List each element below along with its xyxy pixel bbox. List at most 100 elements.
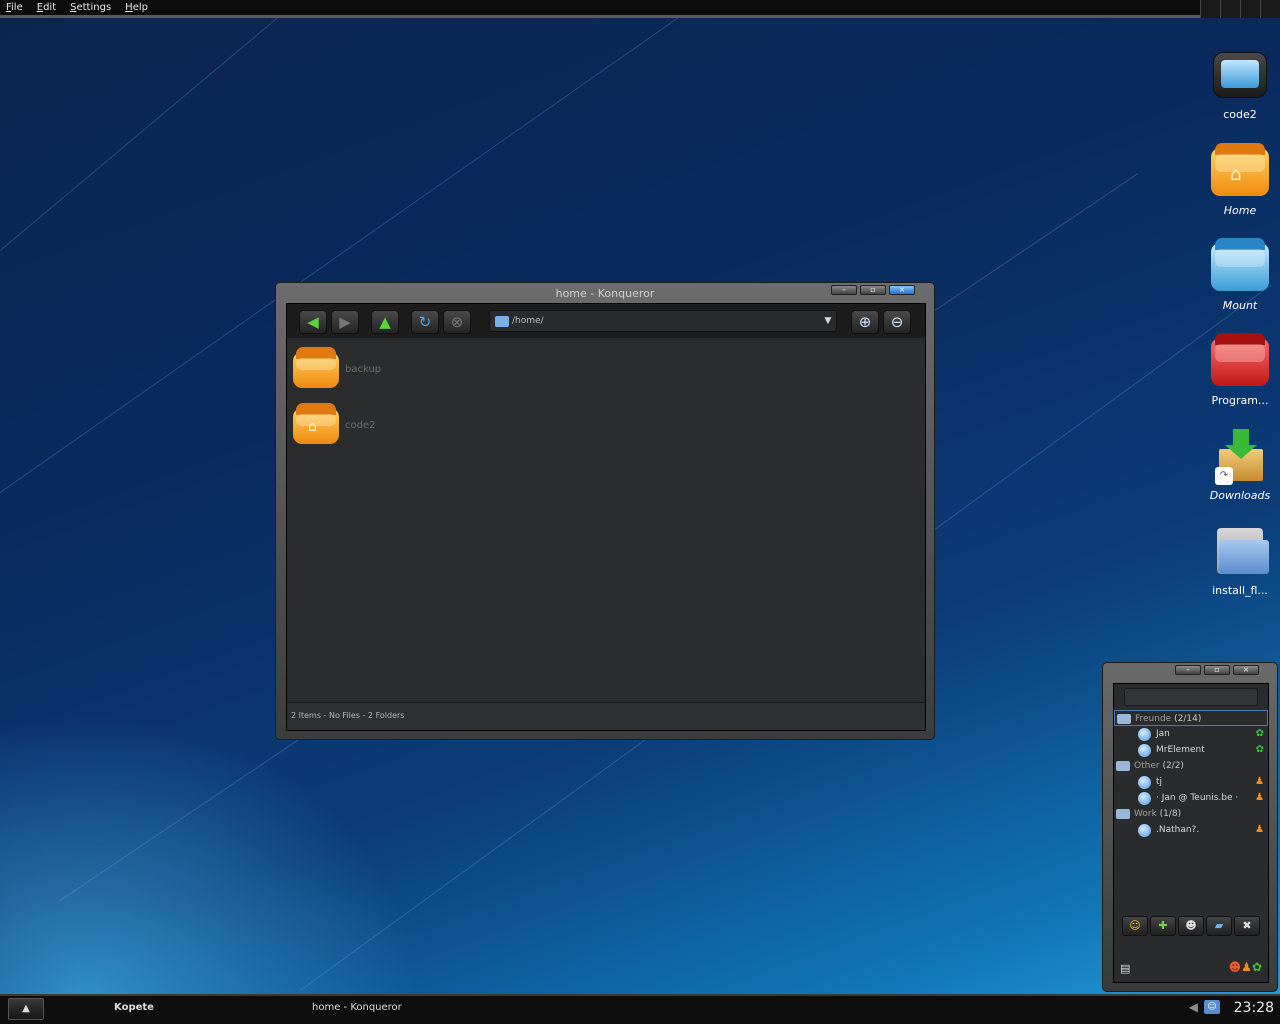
konqueror-content: ◀ ▶ ▲ ↻ ⊗ /home/ ▼ ⊕ ⊖ backup ⌂ code2 2 … — [286, 303, 926, 731]
menu-file[interactable]: File — [6, 2, 23, 13]
menu-settings[interactable]: Settings — [70, 2, 111, 13]
group-work[interactable]: Work (1/8) — [1114, 806, 1268, 822]
contact-list: Freunde (2/14) Jan ✿ MrElement ✿ Other (… — [1114, 710, 1268, 838]
notes-icon[interactable]: ▤ — [1120, 962, 1130, 975]
task-konqueror[interactable]: home - Konqueror — [312, 1002, 402, 1013]
triangle-up-icon: ▲ — [22, 1003, 30, 1014]
red-folder-icon — [1209, 332, 1271, 390]
contact-avatar-icon — [1138, 744, 1151, 757]
contact-item[interactable]: Jan ✿ — [1114, 726, 1268, 742]
contact-item[interactable]: · Jan @ Teunis.be · ♟ — [1114, 790, 1268, 806]
contact-avatar-icon — [1138, 776, 1151, 789]
contact-item[interactable]: tj ♟ — [1114, 774, 1268, 790]
close-button[interactable]: × — [889, 285, 915, 295]
konqueror-window: home - Konqueror – ▫ × ◀ ▶ ▲ ↻ ⊗ /home/ … — [275, 282, 935, 740]
kopete-tray-icon[interactable]: ☺ — [1204, 1000, 1220, 1014]
minimize-button[interactable]: – — [831, 285, 857, 295]
zoom-in-button[interactable]: ⊕ — [851, 310, 879, 334]
close-button[interactable]: × — [1233, 665, 1259, 675]
task-kopete[interactable]: Kopete — [114, 1002, 154, 1013]
desktop-icon-mount[interactable]: Mount — [1200, 237, 1280, 312]
light-streak — [0, 0, 308, 251]
zoom-out-icon: ⊖ — [890, 313, 904, 331]
stop-icon: ⊗ — [450, 313, 464, 331]
clock[interactable]: 23:28 — [1234, 1000, 1274, 1016]
file-item[interactable]: ⌂ code2 — [293, 403, 376, 446]
file-view[interactable]: backup ⌂ code2 — [287, 338, 925, 702]
group-name: Other — [1134, 761, 1160, 771]
account-status-icons[interactable]: ☻♟✿ — [1229, 960, 1262, 974]
home-folder-icon: ⌂ — [1209, 142, 1271, 200]
folder-icon — [1209, 522, 1271, 580]
user-status-icon: ☺ — [1129, 919, 1141, 932]
desktop-icon-downloads[interactable]: ↷ Downloads — [1200, 427, 1280, 502]
menubar-button[interactable] — [1240, 0, 1260, 18]
contact-item[interactable]: .Nathan?. ♟ — [1114, 822, 1268, 838]
global-menubar: File Edit Settings Help — [0, 0, 1280, 18]
minimize-button[interactable]: – — [1175, 665, 1201, 675]
file-name: code2 — [345, 419, 376, 431]
kopete-window: – ▫ × Freunde (2/14) Jan ✿ MrElement ✿ O… — [1102, 662, 1278, 992]
groups-button[interactable]: ▰ — [1206, 916, 1232, 936]
menu-edit[interactable]: Edit — [37, 2, 56, 13]
file-name: backup — [345, 363, 382, 375]
menubar-button[interactable] — [1200, 0, 1220, 18]
desktop-icon-programs[interactable]: Program... — [1200, 332, 1280, 407]
contact-name: .Nathan?. — [1156, 825, 1200, 835]
desktop-glow — [0, 714, 420, 994]
contact-search-input[interactable] — [1124, 688, 1258, 706]
location-text: /home/ — [512, 316, 544, 326]
desktop-icon-home[interactable]: ⌂ Home — [1200, 142, 1280, 217]
group-name: Freunde — [1135, 714, 1172, 724]
menubar-button[interactable] — [1220, 0, 1240, 18]
group-folder-icon — [1116, 809, 1130, 819]
maximize-button[interactable]: ▫ — [1204, 665, 1230, 675]
msn-online-icon: ♟ — [1255, 792, 1264, 803]
desktop-icon-code2[interactable]: code2 — [1200, 46, 1280, 121]
group-name: Work — [1134, 809, 1157, 819]
reload-button[interactable]: ↻ — [411, 310, 439, 334]
location-bar[interactable]: /home/ ▼ — [489, 310, 837, 332]
menu-help[interactable]: Help — [125, 2, 148, 13]
desktop-icon-label: install_fl... — [1212, 584, 1268, 597]
start-menu-button[interactable]: ▲ — [8, 998, 44, 1020]
back-button[interactable]: ◀ — [299, 310, 327, 334]
blue-folder-icon — [1209, 237, 1271, 295]
system-tray: ◀ ☺ — [1189, 1000, 1220, 1014]
status-button[interactable]: ☺ — [1122, 916, 1148, 936]
desktop-icon-label: Home — [1223, 204, 1257, 217]
maximize-button[interactable]: ▫ — [860, 285, 886, 295]
desktop-icon-install[interactable]: install_fl... — [1200, 522, 1280, 597]
folder-icon — [293, 347, 339, 390]
group-other[interactable]: Other (2/2) — [1114, 758, 1268, 774]
window-buttons: – ▫ × — [831, 285, 915, 295]
desktop-icon-label: code2 — [1223, 108, 1257, 121]
add-contact-button[interactable]: ✚ — [1150, 916, 1176, 936]
icq-online-icon: ✿ — [1255, 728, 1264, 739]
contact-name: tj — [1156, 777, 1163, 787]
chevron-down-icon[interactable]: ▼ — [820, 311, 836, 331]
volume-icon[interactable]: ◀ — [1189, 1000, 1198, 1014]
icq-online-icon: ✿ — [1255, 744, 1264, 755]
show-offline-button[interactable]: ☻ — [1178, 916, 1204, 936]
group-folder-icon — [1117, 714, 1131, 724]
configure-button[interactable]: ✖ — [1234, 916, 1260, 936]
forward-button[interactable]: ▶ — [331, 310, 359, 334]
arrow-left-icon: ◀ — [307, 313, 319, 331]
status-bar: 2 Items - No Files - 2 Folders — [287, 702, 925, 730]
contact-list-panel: Freunde (2/14) Jan ✿ MrElement ✿ Other (… — [1113, 683, 1269, 983]
tools-icon: ✖ — [1242, 919, 1252, 932]
zoom-in-icon: ⊕ — [858, 313, 872, 331]
file-item[interactable]: backup — [293, 347, 382, 390]
up-button[interactable]: ▲ — [371, 310, 399, 334]
taskbar: ▲ Kopete home - Konqueror ◀ ☺ 23:28 — [0, 994, 1280, 1024]
folder-icon: ▰ — [1214, 919, 1224, 932]
stop-button[interactable]: ⊗ — [443, 310, 471, 334]
zoom-out-button[interactable]: ⊖ — [883, 310, 911, 334]
msn-online-icon: ♟ — [1255, 824, 1264, 835]
menubar-button[interactable] — [1260, 0, 1280, 18]
group-freunde[interactable]: Freunde (2/14) — [1114, 710, 1268, 726]
contact-name: Jan — [1156, 729, 1170, 739]
users-icon: ☻ — [1185, 919, 1197, 932]
contact-item[interactable]: MrElement ✿ — [1114, 742, 1268, 758]
